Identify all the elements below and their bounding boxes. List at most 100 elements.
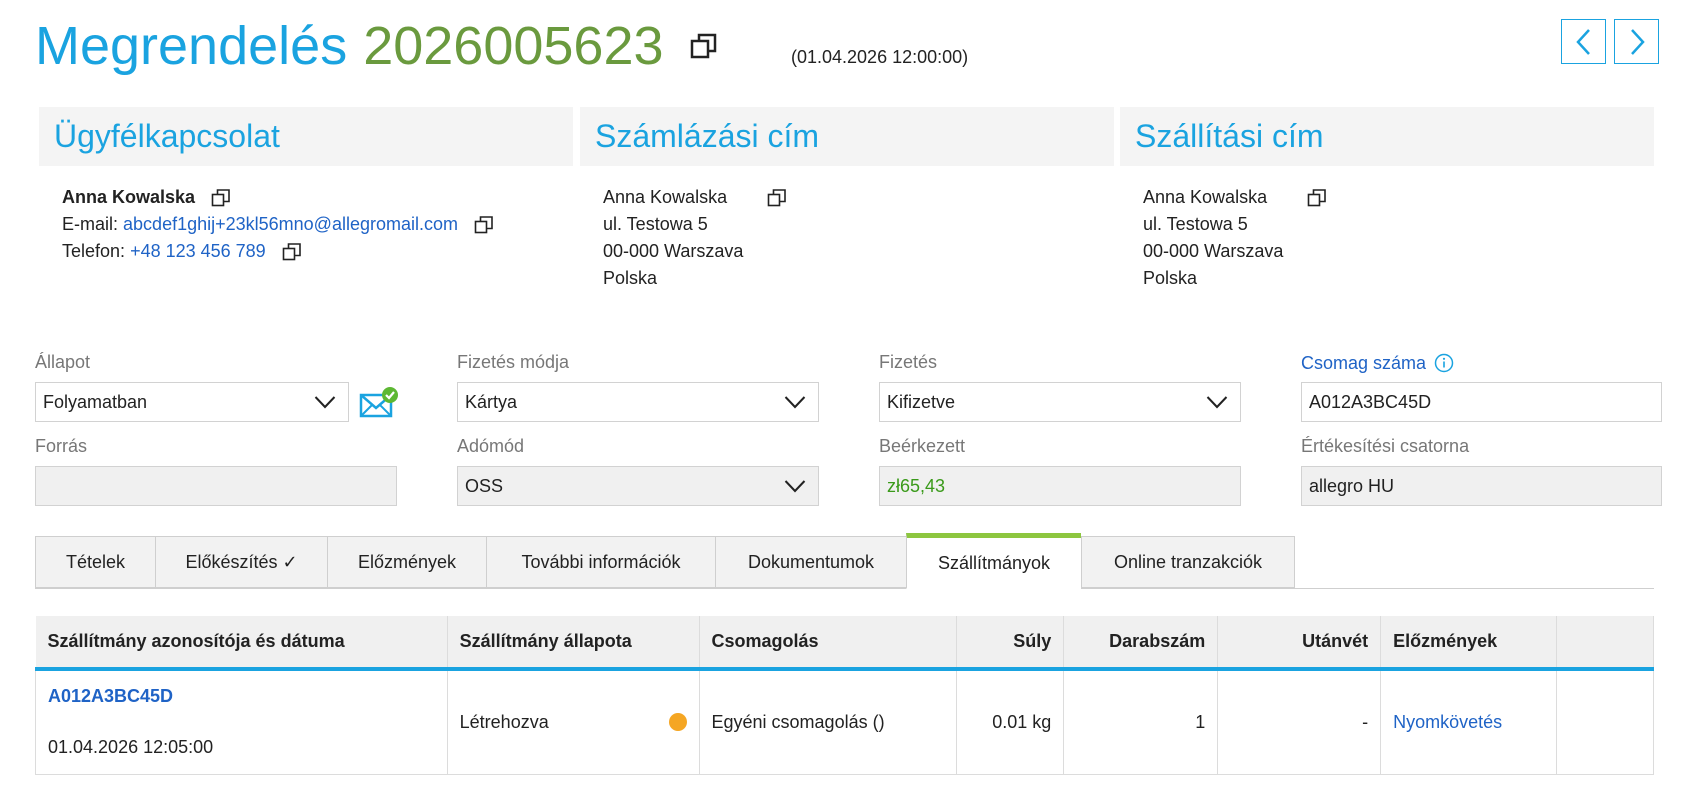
customer-contact-section: Ügyfélkapcsolat Anna Kowalska E-mail: ab…: [39, 107, 573, 265]
tab-history[interactable]: Előzmények: [327, 536, 486, 588]
tax-mode-field: Adómód OSS: [457, 436, 819, 506]
billing-country: Polska: [603, 268, 658, 288]
payment-method-select[interactable]: Kártya: [457, 382, 819, 422]
info-icon[interactable]: [1434, 353, 1454, 373]
shipment-actions-cell: [1556, 669, 1654, 775]
payment-label: Fizetés: [879, 352, 938, 372]
copy-order-number-icon[interactable]: [690, 32, 718, 60]
previous-order-button[interactable]: [1561, 19, 1606, 64]
copy-billing-address-icon[interactable]: [767, 188, 787, 208]
sales-channel-value-box: allegro HU: [1301, 466, 1662, 506]
payment-method-label: Fizetés módja: [457, 352, 570, 372]
copy-shipping-address-icon[interactable]: [1307, 188, 1327, 208]
next-order-button[interactable]: [1614, 19, 1659, 64]
status-select[interactable]: Folyamatban: [35, 382, 349, 422]
email-notification-icon[interactable]: [359, 386, 399, 420]
sales-channel-value: allegro HU: [1309, 475, 1395, 496]
source-field: Forrás: [35, 436, 397, 506]
shipment-cod: -: [1217, 669, 1382, 775]
status-label: Állapot: [35, 352, 91, 372]
tab-preparation[interactable]: Előkészítés ✓: [155, 536, 327, 588]
tab-shipments[interactable]: Szállítmányok: [906, 533, 1081, 589]
column-header-actions: [1556, 616, 1654, 671]
tax-mode-value: OSS: [465, 475, 504, 496]
received-value-box: zł65,43: [879, 466, 1241, 506]
shipment-status: Létrehozva: [459, 711, 549, 732]
customer-contact-heading: Ügyfélkapcsolat: [39, 107, 573, 166]
shipment-weight: 0.01 kg: [956, 669, 1065, 775]
billing-street: ul. Testowa 5: [603, 214, 708, 234]
shipment-status-cell: Létrehozva: [447, 669, 700, 775]
tab-additional-info[interactable]: További információk: [486, 536, 715, 588]
email-label: E-mail:: [62, 214, 119, 234]
tab-online-transactions[interactable]: Online tranzakciók: [1081, 536, 1295, 588]
chevron-down-icon: [784, 480, 806, 493]
copy-email-icon[interactable]: [474, 215, 494, 235]
order-number: 2026005623: [363, 16, 664, 76]
customer-name: Anna Kowalska: [62, 187, 196, 207]
chevron-down-icon: [1206, 396, 1228, 409]
shipment-packaging: Egyéni csomagolás (): [699, 669, 958, 775]
order-tabs: Tételek Előkészítés ✓ Előzmények További…: [35, 533, 1654, 589]
status-field: Állapot Folyamatban: [35, 352, 349, 422]
sales-channel-field: Értékesítési csatorna allegro HU: [1301, 436, 1662, 506]
payment-value: Kifizetve: [887, 391, 956, 412]
copy-phone-icon[interactable]: [282, 242, 302, 262]
package-number-value: A012A3BC45D: [1309, 391, 1432, 412]
column-header-history: Előzmények: [1380, 616, 1558, 671]
tab-items[interactable]: Tételek: [35, 536, 155, 588]
package-number-label: Csomag száma: [1301, 352, 1427, 373]
column-header-packaging: Csomagolás: [699, 616, 958, 671]
payment-field: Fizetés Kifizetve: [879, 352, 1241, 422]
page-title: Megrendelés: [35, 16, 348, 76]
status-value: Folyamatban: [43, 391, 148, 412]
tracking-link[interactable]: Nyomkövetés: [1393, 712, 1502, 732]
shipment-date: 01.04.2026 12:05:00: [48, 737, 214, 758]
copy-customer-name-icon[interactable]: [211, 188, 231, 208]
column-header-cod: Utánvét: [1217, 616, 1382, 671]
billing-address-heading: Számlázási cím: [580, 107, 1114, 166]
status-indicator-icon: [668, 713, 687, 732]
billing-city: 00-000 Warszava: [603, 241, 744, 261]
chevron-down-icon: [314, 396, 336, 409]
shipment-id-link[interactable]: A012A3BC45D: [48, 686, 435, 707]
billing-name: Anna Kowalska: [603, 187, 728, 207]
customer-email-link[interactable]: abcdef1ghij+23kl56mno@allegromail.com: [123, 211, 458, 238]
shipments-table: Szállítmány azonosítója és dátuma Szállí…: [35, 616, 1654, 775]
payment-method-value: Kártya: [465, 391, 518, 412]
chevron-right-icon: [1630, 28, 1645, 55]
received-label: Beérkezett: [879, 436, 966, 456]
shipment-count: 1: [1063, 669, 1219, 775]
column-header-shipment-status: Szállítmány állapota: [447, 616, 700, 671]
phone-label: Telefon:: [62, 241, 126, 261]
received-field: Beérkezett zł65,43: [879, 436, 1241, 506]
shipping-address-heading: Szállítási cím: [1120, 107, 1654, 166]
source-value-box: [35, 466, 397, 506]
billing-address-section: Számlázási cím Anna Kowalska ul. Testowa…: [580, 107, 1114, 292]
tax-mode-label: Adómód: [457, 436, 525, 456]
chevron-down-icon: [784, 396, 806, 409]
table-row: A012A3BC45D 01.04.2026 12:05:00 Létrehoz…: [35, 669, 1654, 775]
order-date: (01.04.2026 12:00:00): [791, 47, 969, 67]
package-number-input[interactable]: A012A3BC45D: [1301, 382, 1662, 422]
chevron-left-icon: [1575, 28, 1590, 55]
column-header-shipment-id: Szállítmány azonosítója és dátuma: [35, 616, 448, 671]
shipment-history-cell: Nyomkövetés: [1380, 669, 1558, 775]
shipping-address-section: Szállítási cím Anna Kowalska ul. Testowa…: [1120, 107, 1654, 292]
shipping-country: Polska: [1143, 268, 1198, 288]
tab-documents[interactable]: Dokumentumok: [715, 536, 906, 588]
shipment-id-cell: A012A3BC45D 01.04.2026 12:05:00: [35, 669, 448, 775]
received-amount: zł65,43: [887, 475, 946, 496]
source-label: Forrás: [35, 436, 88, 456]
order-header: Megrendelés 2026005623: [35, 14, 718, 78]
column-header-weight: Súly: [956, 616, 1065, 671]
tax-mode-select[interactable]: OSS: [457, 466, 819, 506]
column-header-count: Darabszám: [1063, 616, 1219, 671]
payment-select[interactable]: Kifizetve: [879, 382, 1241, 422]
table-header-row: Szállítmány azonosítója és dátuma Szállí…: [35, 616, 1654, 671]
shipping-name: Anna Kowalska: [1143, 187, 1268, 207]
payment-method-field: Fizetés módja Kártya: [457, 352, 819, 422]
package-number-field: Csomag száma A012A3BC45D: [1301, 352, 1662, 422]
shipping-street: ul. Testowa 5: [1143, 214, 1248, 234]
customer-phone-link[interactable]: +48 123 456 789: [130, 238, 266, 265]
